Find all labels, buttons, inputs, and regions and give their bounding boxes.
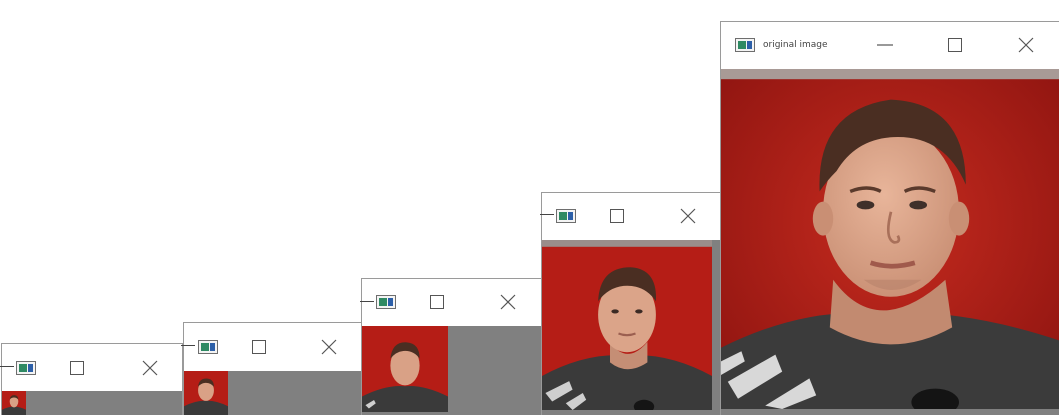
portrait-graphic — [362, 326, 448, 412]
close-icon — [500, 294, 516, 310]
maximize-button[interactable] — [242, 335, 276, 359]
titlebar[interactable] — [542, 193, 722, 240]
image-window-original[interactable]: original image — [720, 21, 1059, 415]
maximize-icon — [70, 361, 84, 375]
image-canvas[interactable] — [2, 391, 182, 415]
portrait-graphic — [721, 69, 1059, 409]
window-edge-line — [181, 345, 195, 346]
titlebar[interactable] — [362, 279, 541, 326]
maximize-icon — [610, 209, 624, 223]
app-icon — [735, 38, 755, 52]
close-icon — [680, 208, 696, 224]
app-icon — [556, 209, 576, 223]
minimize-icon — [877, 44, 893, 46]
desktop: original image — [0, 0, 1059, 415]
image-window-level-2[interactable] — [361, 278, 542, 415]
window-edge-line — [360, 301, 374, 302]
app-icon — [376, 295, 396, 309]
titlebar[interactable] — [2, 344, 182, 391]
portrait-graphic — [2, 391, 26, 415]
window-edge-line — [0, 366, 14, 367]
maximize-button[interactable] — [60, 356, 94, 380]
titlebar[interactable]: original image — [721, 22, 1059, 69]
close-button[interactable] — [312, 335, 346, 359]
image-canvas[interactable] — [362, 326, 541, 415]
app-icon — [16, 361, 36, 375]
maximize-button[interactable] — [938, 33, 972, 57]
portrait-image — [721, 69, 1059, 409]
close-icon — [1018, 37, 1034, 53]
close-icon — [321, 339, 337, 355]
close-button[interactable] — [1009, 33, 1043, 57]
close-icon — [142, 360, 158, 376]
portrait-image — [542, 240, 712, 410]
image-window-level-3[interactable] — [183, 322, 363, 415]
window-title: original image — [763, 40, 828, 50]
close-button[interactable] — [133, 356, 167, 380]
maximize-icon — [252, 340, 266, 354]
app-icon — [198, 340, 218, 354]
close-button[interactable] — [491, 290, 525, 314]
portrait-image — [184, 371, 228, 415]
portrait-image — [362, 326, 448, 412]
close-button[interactable] — [671, 204, 705, 228]
portrait-graphic — [542, 240, 712, 410]
titlebar[interactable] — [184, 323, 362, 371]
image-window-level-1[interactable] — [541, 192, 723, 415]
image-canvas[interactable] — [542, 240, 722, 415]
maximize-button[interactable] — [420, 290, 454, 314]
maximize-icon — [430, 295, 444, 309]
minimize-button[interactable] — [868, 33, 902, 57]
maximize-icon — [948, 38, 962, 52]
image-canvas[interactable] — [721, 69, 1059, 415]
image-canvas[interactable] — [184, 371, 362, 415]
maximize-button[interactable] — [600, 204, 634, 228]
window-edge-line — [540, 214, 554, 215]
portrait-image — [2, 391, 26, 415]
image-window-level-4[interactable] — [1, 343, 183, 415]
portrait-graphic — [184, 371, 228, 415]
